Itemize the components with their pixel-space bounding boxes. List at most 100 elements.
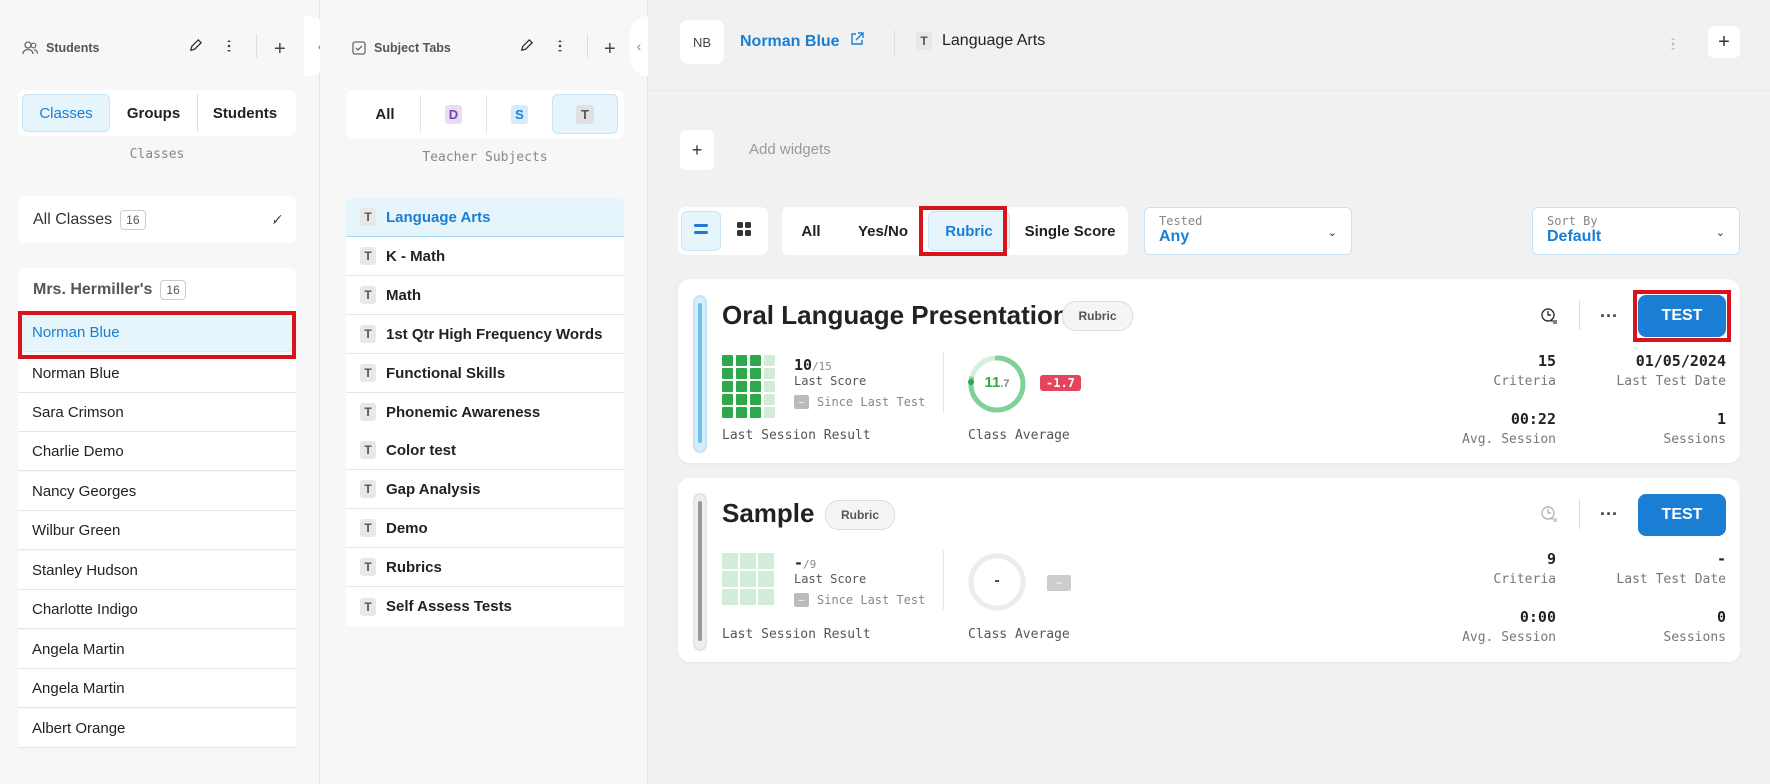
plus-icon[interactable]: +: [274, 38, 286, 61]
student-link[interactable]: Norman Blue: [740, 32, 864, 51]
subject-label: 1st Qtr High Frequency Words: [386, 325, 603, 343]
last-score-value: -: [794, 554, 804, 572]
subject-item[interactable]: T K - Math: [346, 237, 624, 276]
test-name[interactable]: Sample: [722, 498, 815, 529]
subject-item[interactable]: T Math: [346, 276, 624, 315]
filter-s-badge: S: [511, 104, 528, 124]
vertical-dots-icon[interactable]: [226, 38, 232, 54]
vertical-dots-icon[interactable]: [1670, 36, 1676, 52]
avg-session-value: 00:22: [1510, 410, 1556, 428]
more-icon[interactable]: ···: [1600, 504, 1618, 525]
header-divider: [648, 90, 1770, 91]
since-last-test: – Since Last Test: [794, 395, 925, 409]
class-group-header[interactable]: Mrs. Hermiller's 16: [18, 268, 296, 312]
vertical-dots-icon[interactable]: [557, 38, 563, 54]
subject-item[interactable]: T Phonemic Awareness: [346, 393, 624, 432]
list-item[interactable]: Angela Martin: [18, 630, 296, 669]
subject-label: Phonemic Awareness: [386, 403, 541, 421]
plus-icon[interactable]: +: [604, 38, 616, 61]
test-type-badge: Rubric: [1062, 301, 1133, 331]
subject-item[interactable]: T Rubrics: [346, 548, 624, 587]
list-item[interactable]: Albert Orange: [18, 709, 296, 748]
add-widgets-label[interactable]: Add widgets: [749, 141, 831, 158]
list-item[interactable]: Charlie Demo: [18, 432, 296, 471]
type-rubric[interactable]: Rubric: [928, 211, 1010, 251]
last-session-grid: [722, 553, 774, 605]
teacher-badge: T: [360, 519, 376, 537]
pencil-icon[interactable]: [519, 38, 534, 53]
grid-view-button[interactable]: [724, 211, 764, 251]
history-icon[interactable]: [1540, 505, 1558, 523]
tested-dropdown[interactable]: Tested Any ⌄: [1144, 207, 1352, 255]
tab-classes[interactable]: Classes: [22, 94, 110, 132]
since-badge: –: [794, 395, 809, 409]
history-icon[interactable]: [1540, 307, 1558, 325]
subject-item[interactable]: T Language Arts: [346, 198, 624, 237]
average-delta-badge: –: [1047, 575, 1071, 591]
type-single-score[interactable]: Single Score: [1012, 207, 1128, 255]
list-item[interactable]: Norman Blue: [18, 313, 296, 352]
subject-item[interactable]: T Functional Skills: [346, 354, 624, 393]
sessions-value: 1: [1716, 410, 1726, 428]
sort-dropdown[interactable]: Sort By Default ⌄: [1532, 207, 1740, 255]
subject-item[interactable]: T Demo: [346, 509, 624, 548]
test-name[interactable]: Oral Language Presentation: [722, 300, 1069, 331]
subject-item[interactable]: T Color test: [346, 431, 624, 470]
collapse-subjects-button[interactable]: ‹: [630, 16, 648, 76]
type-filter: All Yes/No Rubric Single Score: [782, 207, 1128, 255]
pencil-icon[interactable]: [188, 38, 203, 53]
tab-groups[interactable]: Groups: [110, 94, 198, 132]
list-item[interactable]: Sara Crimson: [18, 393, 296, 432]
chevron-down-icon: ⌄: [1715, 227, 1725, 239]
list-item[interactable]: Wilbur Green: [18, 511, 296, 550]
filter-d-badge: D: [444, 104, 463, 124]
subjects-panel-title: Subject Tabs: [374, 41, 451, 55]
sessions-value: 0: [1716, 608, 1726, 626]
since-label: Since Last Test: [817, 593, 926, 607]
list-item[interactable]: Stanley Hudson: [18, 551, 296, 590]
teacher-badge: T: [360, 364, 376, 382]
subject-item[interactable]: T 1st Qtr High Frequency Words: [346, 315, 624, 354]
sort-label: Sort By: [1547, 214, 1598, 228]
more-icon[interactable]: ···: [1600, 306, 1618, 327]
filter-school[interactable]: S: [486, 95, 552, 133]
subject-label: K - Math: [386, 247, 446, 265]
teacher-badge: T: [360, 597, 376, 616]
list-item[interactable]: Norman Blue: [18, 354, 296, 393]
list-item[interactable]: Angela Martin: [18, 669, 296, 708]
sort-value: Default: [1547, 228, 1602, 245]
since-last-test: – Since Last Test: [794, 593, 925, 607]
last-score-label: Last Score: [794, 374, 867, 388]
subject-label: Self Assess Tests: [386, 598, 512, 615]
criteria-value: 9: [1546, 550, 1556, 568]
last-session-grid: [722, 355, 776, 418]
last-test-date-label: Last Test Date: [1616, 572, 1726, 587]
all-classes-selector[interactable]: All Classes 16 ✓̸: [18, 196, 296, 243]
subject-item[interactable]: T Gap Analysis: [346, 470, 624, 509]
last-score: -/9: [794, 554, 816, 572]
list-item[interactable]: Nancy Georges: [18, 472, 296, 511]
subject-item[interactable]: T Self Assess Tests: [346, 587, 624, 626]
class-count: 16: [160, 280, 186, 300]
filter-district[interactable]: D: [420, 95, 486, 133]
tab-students[interactable]: Students: [198, 94, 292, 132]
list-view-button[interactable]: [681, 211, 721, 251]
students-panel-header: Students: [22, 38, 99, 58]
subject-label: Functional Skills: [386, 364, 506, 382]
teacher-badge: T: [360, 558, 376, 576]
list-item[interactable]: Charlotte Indigo: [18, 590, 296, 629]
type-yes-no[interactable]: Yes/No: [840, 207, 926, 255]
criteria-label: Criteria: [1493, 374, 1556, 389]
sessions-label: Sessions: [1663, 630, 1726, 645]
add-button[interactable]: +: [1708, 26, 1740, 58]
add-widget-button[interactable]: +: [680, 130, 714, 170]
last-test-date: 01/05/2024: [1635, 352, 1726, 370]
test-button[interactable]: TEST: [1638, 295, 1726, 337]
type-all[interactable]: All: [782, 207, 840, 255]
teacher-badge: T: [916, 32, 932, 50]
teacher-badge: T: [360, 247, 376, 265]
filter-teacher[interactable]: T: [552, 94, 618, 134]
filter-all[interactable]: All: [350, 95, 420, 133]
test-button[interactable]: TEST: [1638, 494, 1726, 536]
last-test-date-label: Last Test Date: [1616, 374, 1726, 389]
